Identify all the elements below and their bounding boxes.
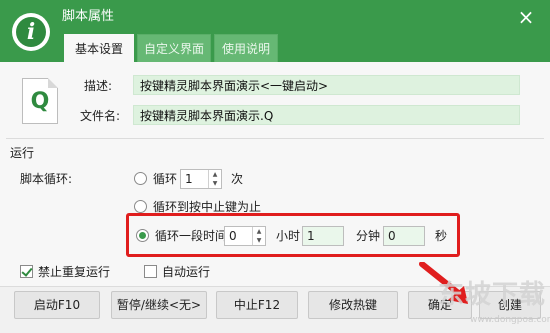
description-label: 描述: [84,79,113,93]
loop-count-unit: 次 [231,172,244,186]
watermark-logo: 东坡下载 [438,280,547,310]
script-properties-window: i 脚本属性 × 基本设置 自定义界面 使用说明 Q 描述: 按键精灵脚本界面演… [0,0,550,333]
stop-button[interactable]: 中止F12 [216,291,298,319]
window-title: 脚本属性 [62,9,115,24]
tab-custom-ui[interactable]: 自定义界面 [137,34,211,62]
title-bar: i 脚本属性 × 基本设置 自定义界面 使用说明 [0,0,550,62]
close-icon[interactable]: × [515,6,537,28]
loop-count-label: 循环 [153,172,178,186]
auto-run-label: 自动运行 [162,265,211,279]
filename-label: 文件名: [80,109,121,123]
loop-count-radio[interactable] [134,172,147,185]
stepper-down-icon: ▼ [212,180,218,187]
q-file-icon: Q [22,78,58,124]
loop-label: 脚本循环: [20,172,73,186]
tab-usage-guide[interactable]: 使用说明 [214,34,278,62]
loop-until-stop-radio[interactable] [134,200,147,213]
loop-count-stepper[interactable]: 1 ▲ ▼ [180,169,222,189]
duration-highlight-box [126,213,460,257]
description-field[interactable]: 按键精灵脚本界面演示<一键启动> [133,75,520,95]
tab-basic-settings[interactable]: 基本设置 [64,34,134,62]
edit-hotkey-button[interactable]: 修改热键 [308,291,398,319]
watermark-url: www.dongpoa.com [470,315,550,325]
info-logo-icon: i [12,13,50,51]
no-repeat-label: 禁止重复运行 [38,265,111,279]
no-repeat-checkbox[interactable] [20,265,33,278]
filename-field[interactable]: 按键精灵脚本界面演示.Q [133,105,520,125]
stepper-up-icon: ▲ [212,171,218,178]
run-section-title: 运行 [10,146,35,160]
pause-resume-button[interactable]: 暂停/继续<无> [111,291,207,319]
start-button[interactable]: 启动F10 [14,291,100,319]
auto-run-checkbox[interactable] [144,265,157,278]
loop-until-stop-label: 循环到按中止键为止 [153,200,262,214]
